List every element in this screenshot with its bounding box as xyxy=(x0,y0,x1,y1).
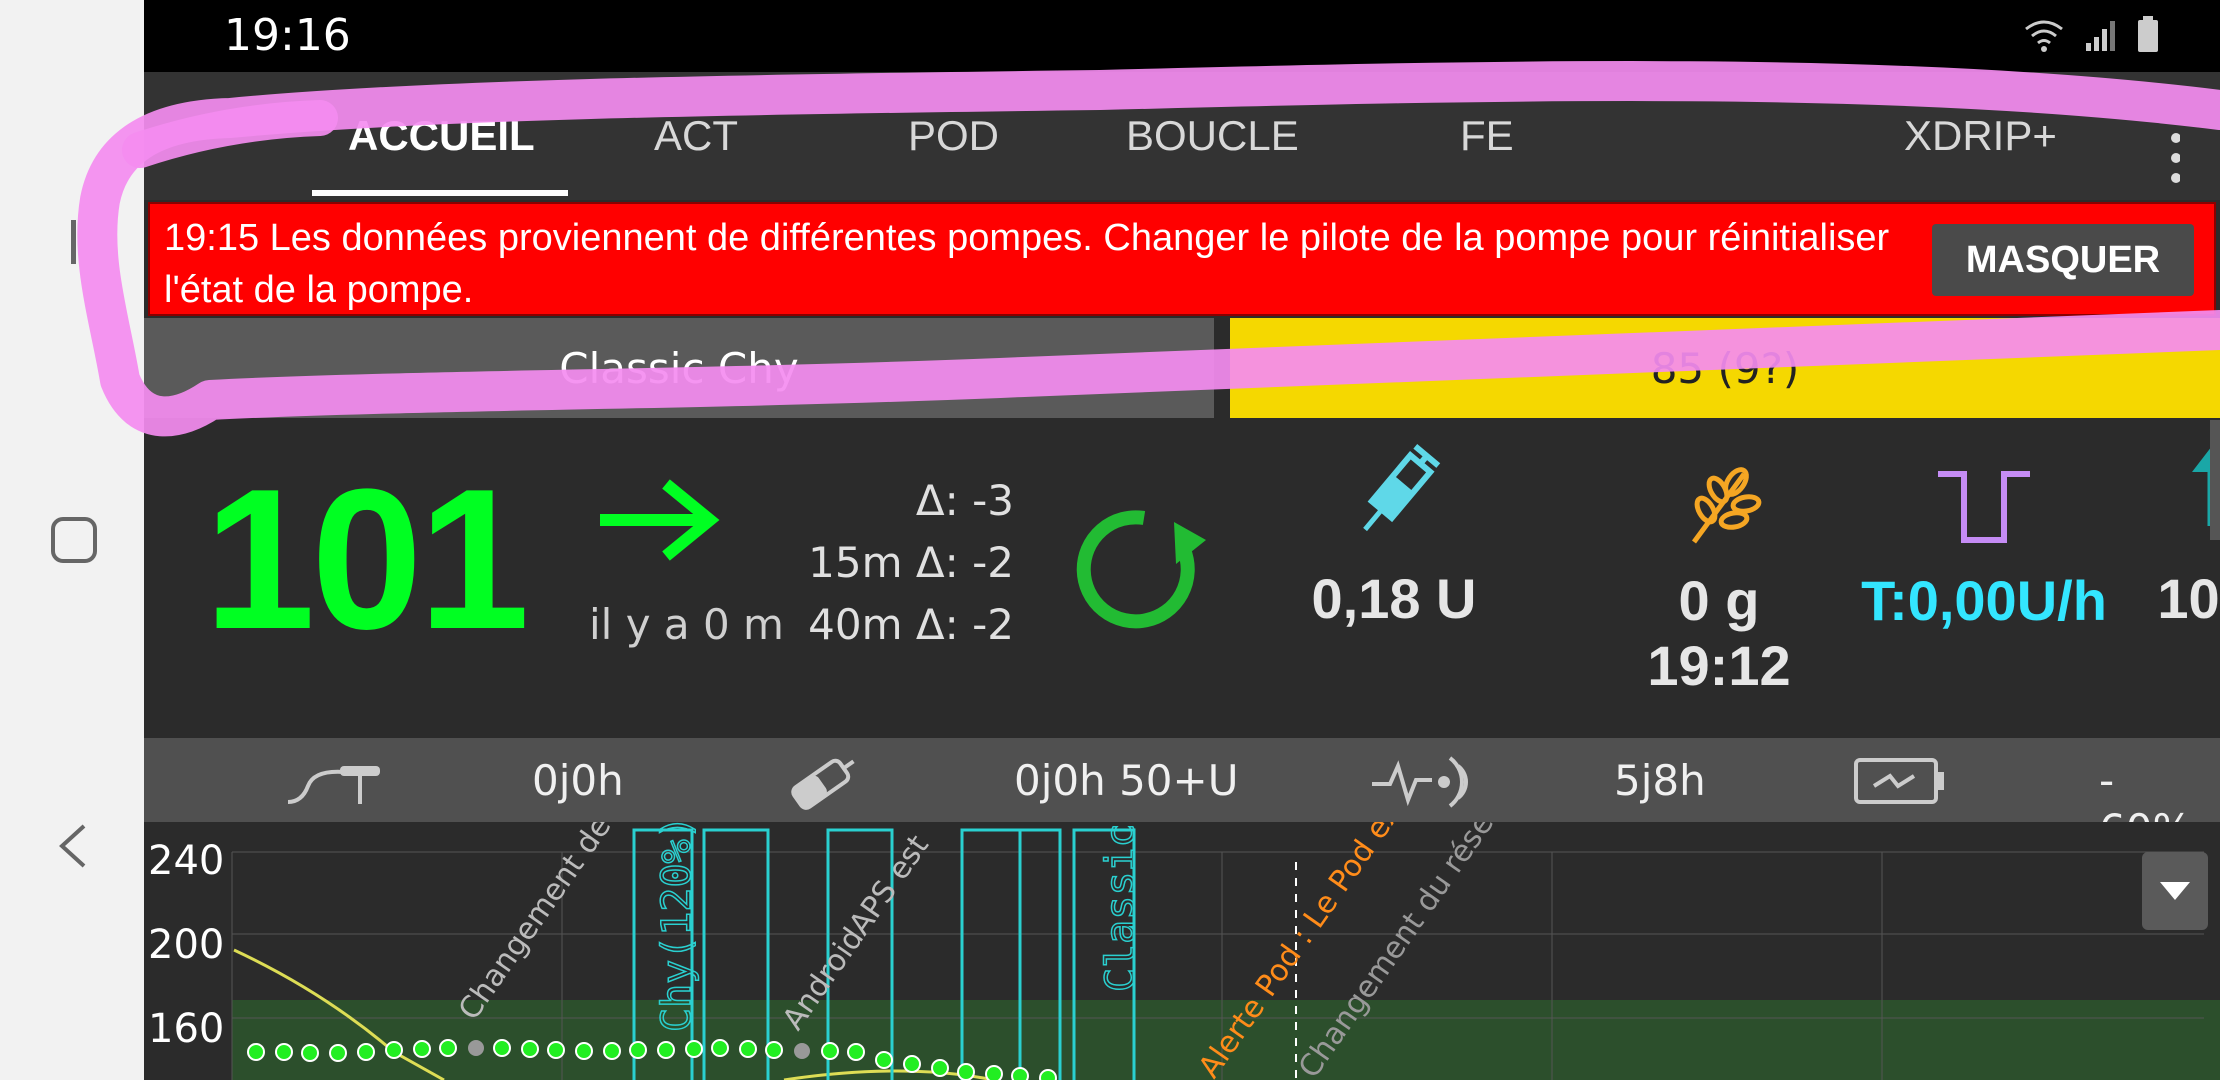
chevron-down-icon xyxy=(2160,882,2190,900)
tab-pod[interactable]: POD xyxy=(908,112,999,160)
temp-basal-icon xyxy=(1938,471,2030,543)
y-tick-240: 240 xyxy=(148,838,225,884)
notification-alert: 19:15 Les données proviennent de différe… xyxy=(148,202,2216,316)
tab-boucle[interactable]: BOUCLE xyxy=(1126,112,1299,160)
back-button[interactable] xyxy=(50,822,98,870)
glucose-value: 101 xyxy=(204,448,530,671)
iob-value: 0,18 U xyxy=(1311,567,1477,630)
active-profile-button[interactable]: Classic Chy xyxy=(144,318,1214,418)
tab-accueil[interactable]: ACCUEIL xyxy=(348,112,535,160)
graph-options-dropdown[interactable] xyxy=(2142,852,2208,930)
bg-graph-canvas: Changement de AndroidAPS est Alerte Pod … xyxy=(231,822,2220,1080)
tab-act[interactable]: ACT xyxy=(654,112,738,160)
home-button[interactable] xyxy=(50,516,98,564)
temp-target-button[interactable]: 85 (9?) xyxy=(1230,318,2220,418)
glucose-deltas: Δ: -3 15m Δ: -2 40m Δ: -2 xyxy=(774,470,1014,656)
overflow-menu-icon[interactable] xyxy=(2170,130,2180,186)
status-time: 19:16 xyxy=(224,10,351,61)
wifi-icon xyxy=(2025,20,2063,52)
app-screen: 19:16 ACCUEIL ACT POD BOUCLE FE XDRIP+ 1… xyxy=(144,0,2220,1080)
loop-status-icon[interactable] xyxy=(1074,500,1214,640)
syringe-icon xyxy=(1363,443,1441,532)
autosens-value: 100% xyxy=(2157,567,2220,630)
dismiss-alert-button[interactable]: MASQUER xyxy=(1932,224,2194,296)
cannula-icon xyxy=(287,766,380,804)
basal-column[interactable]: T:0,00U/h xyxy=(1834,440,2134,633)
trend-flat-arrow-icon xyxy=(600,479,720,561)
sensor-age: 5j8h xyxy=(1614,756,1706,805)
pump-battery-icon xyxy=(1854,758,1944,804)
cannula-age: 0j0h xyxy=(532,756,624,805)
carbs-grain-icon xyxy=(1691,467,1762,544)
tab-bar: ACCUEIL ACT POD BOUCLE FE XDRIP+ xyxy=(144,72,2220,200)
device-status-bar: 0j0h 0j0h 50+U 5j8h - 60% xyxy=(144,738,2220,854)
cob-column[interactable]: 0 g 19:12 xyxy=(1609,440,1829,698)
tab-fe[interactable]: FE xyxy=(1460,112,1514,160)
recent-apps-button[interactable] xyxy=(50,218,98,266)
sensor-icon xyxy=(1372,756,1468,808)
cob-value: 0 g xyxy=(1678,569,1760,632)
home-icon xyxy=(51,517,97,563)
delta-40m: 40m Δ: -2 xyxy=(808,600,1014,649)
basal-rate-value: T:0,00U/h xyxy=(1861,569,2107,632)
graph-profile-label-2: Chy(120%) xyxy=(654,822,700,1032)
status-bar: 19:16 xyxy=(144,0,2220,72)
profile-row: Classic Chy 85 (9?) xyxy=(144,318,2220,418)
reservoir-status: 0j0h 50+U xyxy=(1014,756,1239,805)
cob-time: 19:12 xyxy=(1647,634,1791,697)
y-tick-200: 200 xyxy=(148,922,225,968)
scrollbar[interactable] xyxy=(2210,420,2220,540)
signal-icon xyxy=(2086,21,2115,51)
tab-xdrip[interactable]: XDRIP+ xyxy=(1904,112,2057,160)
back-icon xyxy=(59,824,86,868)
reservoir-icon xyxy=(791,758,855,810)
autosens-column[interactable]: 100% xyxy=(2129,440,2220,631)
battery-icon xyxy=(2138,16,2158,52)
graph-profile-label: Classic Chy xyxy=(1098,822,1144,992)
active-tab-indicator xyxy=(312,190,568,196)
bg-graph[interactable]: Changement de AndroidAPS est Alerte Pod … xyxy=(144,822,2220,1080)
delta-15m: 15m Δ: -2 xyxy=(808,538,1014,587)
device-frame: 19:16 ACCUEIL ACT POD BOUCLE FE XDRIP+ 1… xyxy=(0,0,2220,1080)
graph-annotation-1: Changement de xyxy=(452,822,619,1027)
recent-apps-icon xyxy=(71,220,76,264)
system-navigation-bar xyxy=(0,0,144,1080)
status-icons-right xyxy=(2022,16,2160,54)
glucose-age: il y a 0 m xyxy=(589,600,784,649)
delta-5m: Δ: -3 xyxy=(915,476,1014,525)
iob-column[interactable]: 0,18 U xyxy=(1284,440,1504,631)
y-tick-160: 160 xyxy=(148,1006,225,1052)
alert-message: 19:15 Les données proviennent de différe… xyxy=(164,217,1890,311)
